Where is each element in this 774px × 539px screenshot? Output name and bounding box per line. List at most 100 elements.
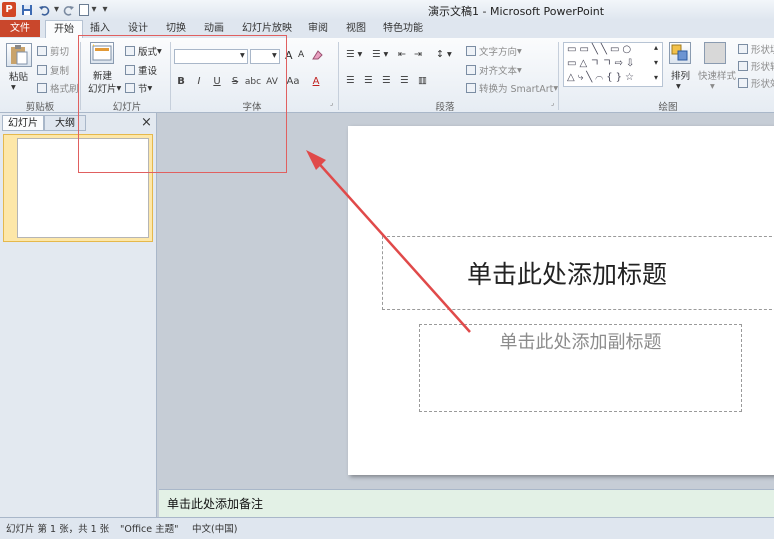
shape-fill-button[interactable]: 形状填 <box>738 42 774 56</box>
char-spacing-button[interactable]: AV <box>264 75 280 89</box>
font-dialog-launcher-icon[interactable]: ⌟ <box>330 99 333 107</box>
divider <box>338 42 339 110</box>
arrange-button[interactable]: 排列 <box>671 68 690 82</box>
bold-button[interactable]: B <box>174 75 188 89</box>
shapes-scroll-up-icon[interactable]: ▴ <box>654 43 658 52</box>
status-bar: 幻灯片 第 1 张，共 1 张 "Office 主题" 中文(中国) <box>0 517 774 539</box>
tab-design[interactable]: 设计 <box>124 20 152 37</box>
divider <box>80 42 81 110</box>
redo-icon[interactable] <box>62 2 76 17</box>
new-slide-button[interactable]: 幻灯片 ▾ <box>88 81 121 96</box>
group-label-drawing: 绘图 <box>658 102 678 113</box>
paragraph-dialog-launcher-icon[interactable]: ⌟ <box>551 99 554 107</box>
font-size-dropdown-icon[interactable]: ▾ <box>272 50 277 61</box>
quick-styles-button[interactable]: 快速样式 <box>698 68 736 82</box>
status-theme[interactable]: "Office 主题" <box>120 521 179 535</box>
title-placeholder[interactable]: 单击此处添加标题 <box>382 236 774 310</box>
font-color-icon[interactable]: A <box>308 75 324 89</box>
align-center-icon[interactable]: ☰ <box>364 75 373 86</box>
undo-icon[interactable] <box>37 2 51 17</box>
cut-icon <box>37 46 47 56</box>
undo-dropdown-icon[interactable]: ▾ <box>52 2 61 17</box>
numbering-icon[interactable]: ☰ ▾ <box>372 49 388 60</box>
shapes-more-icon[interactable]: ▾ <box>654 73 658 82</box>
font-name-dropdown-icon[interactable]: ▾ <box>240 50 245 61</box>
decrease-indent-icon[interactable]: ⇤ <box>398 49 406 60</box>
group-label-slides: 幻灯片 <box>112 102 142 113</box>
tab-file[interactable]: 文件 <box>0 20 40 37</box>
strikethrough-button[interactable]: S <box>228 75 242 89</box>
grow-font-button[interactable]: A <box>285 49 293 62</box>
change-case-button[interactable]: Aa <box>284 75 302 89</box>
group-label-paragraph: 段落 <box>435 102 455 113</box>
clear-format-icon[interactable] <box>311 49 324 61</box>
bullets-icon[interactable]: ☰ ▾ <box>346 49 362 60</box>
align-text-button[interactable]: 对齐文本 ▾ <box>466 63 522 77</box>
quick-styles-dropdown-icon[interactable]: ▾ <box>710 81 715 92</box>
underline-button[interactable]: U <box>210 75 224 89</box>
align-text-icon <box>466 65 476 75</box>
tab-insert[interactable]: 插入 <box>86 20 114 37</box>
line-spacing-icon[interactable]: ↕ ▾ <box>436 49 452 60</box>
status-language[interactable]: 中文(中国) <box>192 521 237 535</box>
new-slide-label-1[interactable]: 新建 <box>93 68 112 82</box>
tab-view[interactable]: 视图 <box>342 20 370 37</box>
text-direction-dropdown-icon: ▾ <box>517 45 522 57</box>
group-label-font: 字体 <box>242 102 262 113</box>
tab-home[interactable]: 开始 <box>45 20 83 39</box>
arrange-icon[interactable] <box>669 42 691 64</box>
text-direction-icon <box>466 46 476 56</box>
new-icon[interactable] <box>78 2 90 17</box>
divider <box>558 42 559 110</box>
text-direction-button[interactable]: 文字方向 ▾ <box>466 44 522 58</box>
customize-icon[interactable]: ▾ <box>100 2 110 17</box>
align-left-icon[interactable]: ☰ <box>346 75 355 86</box>
layout-button[interactable]: 版式 ▾ <box>125 44 162 58</box>
save-icon[interactable] <box>20 2 34 17</box>
text-shadow-button[interactable]: abc <box>244 75 262 89</box>
ribbon-home: 粘贴 ▾ 剪切 复制 格式刷 剪贴板 新建 幻灯片 ▾ 版式 ▾ 重设 节 ▾ 幻灯片… <box>0 38 774 113</box>
columns-icon[interactable]: ▥ <box>418 75 427 86</box>
align-text-dropdown-icon: ▾ <box>517 64 522 76</box>
reset-icon <box>125 65 135 75</box>
slide-thumbnail[interactable] <box>17 138 149 238</box>
cut-button[interactable]: 剪切 <box>37 44 69 58</box>
copy-button[interactable]: 复制 <box>37 63 69 77</box>
tab-outline[interactable]: 大纲 <box>44 115 86 131</box>
italic-button[interactable]: I <box>192 75 206 89</box>
reset-button[interactable]: 重设 <box>125 63 157 77</box>
tab-slideshow[interactable]: 幻灯片放映 <box>240 20 294 37</box>
tab-animations[interactable]: 动画 <box>200 20 228 37</box>
tab-slides-thumbnails[interactable]: 幻灯片 <box>2 115 44 131</box>
smartart-button[interactable]: 转换为 SmartArt ▾ <box>466 81 558 95</box>
justify-icon[interactable]: ☰ <box>400 75 409 86</box>
powerpoint-app-icon[interactable]: P <box>2 2 16 17</box>
new-slide-icon[interactable] <box>90 42 114 64</box>
arrange-dropdown-icon[interactable]: ▾ <box>676 81 681 92</box>
layout-dropdown-icon: ▾ <box>157 45 162 57</box>
new-dropdown-icon[interactable]: ▾ <box>90 2 98 17</box>
subtitle-placeholder[interactable]: 单击此处添加副标题 <box>419 324 742 412</box>
window-title: 演示文稿1 - Microsoft PowerPoint <box>428 5 605 18</box>
quick-styles-icon[interactable] <box>704 42 726 64</box>
tab-transitions[interactable]: 切换 <box>162 20 190 37</box>
paste-icon[interactable] <box>6 43 32 67</box>
align-right-icon[interactable]: ☰ <box>382 75 391 86</box>
format-painter-button[interactable]: 格式刷 <box>37 81 79 95</box>
tab-features[interactable]: 特色功能 <box>380 20 426 37</box>
paste-button[interactable]: 粘贴 <box>9 69 28 83</box>
section-button[interactable]: 节 ▾ <box>125 81 152 95</box>
font-name-combo[interactable] <box>174 49 248 64</box>
group-label-clipboard: 剪贴板 <box>25 102 55 113</box>
notes-pane[interactable]: 单击此处添加备注 <box>159 489 774 517</box>
close-icon[interactable]: × <box>141 115 152 130</box>
increase-indent-icon[interactable]: ⇥ <box>414 49 422 60</box>
paste-dropdown-icon[interactable]: ▾ <box>11 82 16 93</box>
shape-effects-button[interactable]: 形状效 <box>738 76 774 90</box>
shrink-font-button[interactable]: A <box>298 50 304 60</box>
shapes-scroll-down-icon[interactable]: ▾ <box>654 58 658 67</box>
shape-outline-button[interactable]: 形状轮 <box>738 59 774 73</box>
title-bar: P ▾ ▾ ▾ 演示文稿1 - Microsoft PowerPoint <box>0 0 774 20</box>
tab-review[interactable]: 审阅 <box>304 20 332 37</box>
shapes-gallery[interactable]: ▭▭╲╲▭○ ▭△ㄱㄱ⇨⇩ △⤷╲⌒{}☆ <box>563 42 663 87</box>
